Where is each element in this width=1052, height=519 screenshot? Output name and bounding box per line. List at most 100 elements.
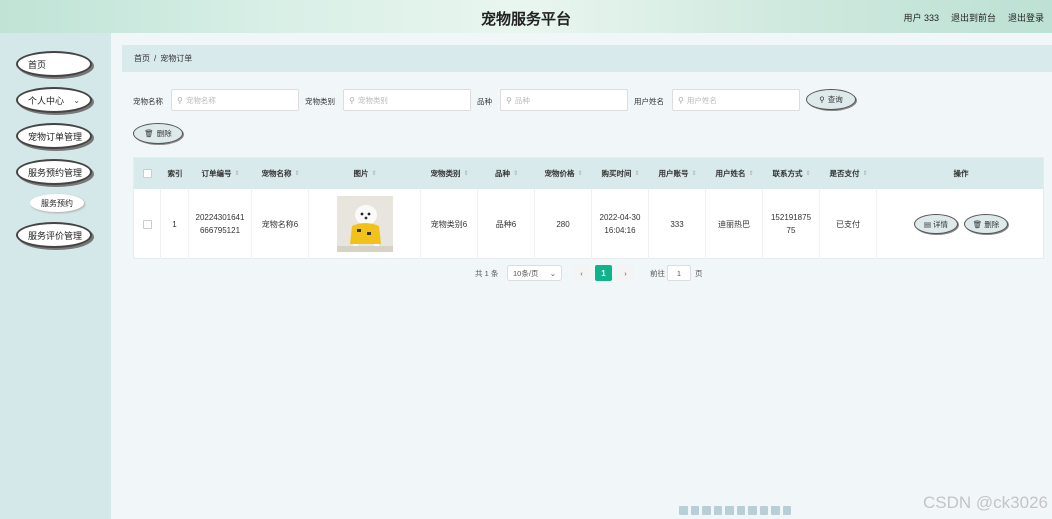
header-user-area: 用户 333 退出到前台 退出登录 [903, 11, 1044, 24]
user-label: 用户 333 [903, 13, 939, 23]
cell-paid: 已支付 [820, 189, 877, 259]
toolbar-icon[interactable] [759, 506, 768, 515]
goto-page-value: 1 [676, 268, 682, 278]
breadcrumb: 首页 / 宠物订单 [122, 45, 1052, 72]
select-all-checkbox[interactable] [143, 169, 152, 178]
platform-title: 宠物服务平台 [480, 11, 571, 28]
col-pet-type[interactable]: 宠物类别 ⇕ [421, 158, 478, 189]
cell-pet-name: 宠物名称6 [252, 189, 309, 259]
col-price[interactable]: 宠物价格 ⇕ [535, 158, 592, 189]
pager-total: 共 1 条 [475, 268, 499, 278]
batch-delete-label: 删除 [156, 129, 172, 138]
col-purchase-time[interactable]: 购买时间 ⇕ [592, 158, 649, 189]
breed-label: 品种 [477, 97, 492, 106]
chevron-down-icon: ⌄ [73, 96, 80, 105]
cell-pet-type: 宠物类别6 [421, 189, 478, 259]
page-unit-label: 页 [695, 268, 703, 278]
sidebar-item-label: 服务评价管理 [28, 230, 83, 241]
col-pet-name[interactable]: 宠物名称 ⇕ [252, 158, 309, 189]
page-number-current[interactable]: 1 [595, 265, 612, 281]
top-header: 宠物服务平台 用户 333 退出到前台 退出登录 [0, 0, 1052, 33]
breed-input[interactable]: ⚲ 品种 [500, 89, 628, 111]
sidebar-item-home[interactable]: 首页 [16, 51, 92, 77]
sidebar-item-label: 个人中心 [28, 95, 65, 106]
submenu-item-label: 服务预约 [41, 198, 73, 208]
toolbar-icon[interactable] [690, 506, 699, 515]
select-all-checkbox-cell [134, 158, 161, 189]
pet-type-label: 宠物类别 [305, 97, 335, 106]
col-actions: 操作 [953, 169, 969, 178]
breed-placeholder: 品种 [514, 95, 530, 105]
trash-icon: 🗑 [144, 129, 154, 138]
user-name-label: 用户姓名 [634, 97, 664, 106]
col-index: 索引 [167, 169, 183, 178]
col-order-no[interactable]: 订单编号 ⇕ [189, 158, 252, 189]
pet-name-input[interactable]: ⚲ 宠物名称 [171, 89, 299, 111]
sidebar-item-label: 首页 [28, 59, 47, 70]
detail-button[interactable]: ▤ 详情 [914, 214, 958, 234]
search-icon: ⚲ [177, 95, 183, 105]
user-name-placeholder: 用户姓名 [686, 95, 717, 105]
toolbar-icon[interactable] [702, 506, 711, 515]
search-icon: ⚲ [506, 95, 512, 105]
row-checkbox-cell [134, 189, 161, 259]
chevron-right-icon: › [624, 268, 627, 278]
toolbar-icon[interactable] [679, 506, 688, 515]
pet-name-placeholder: 宠物名称 [185, 95, 216, 105]
toolbar-icon[interactable] [771, 506, 780, 515]
breadcrumb-separator: / [154, 54, 157, 63]
col-breed[interactable]: 品种 ⇕ [478, 158, 535, 189]
back-to-front-link[interactable]: 退出到前台 [951, 11, 996, 24]
user-name-input[interactable]: ⚲ 用户姓名 [672, 89, 800, 111]
col-account[interactable]: 用户账号 ⇕ [649, 158, 706, 189]
search-icon: ⚲ [678, 95, 684, 105]
col-paid[interactable]: 是否支付 ⇕ [820, 158, 877, 189]
col-user-name[interactable]: 用户姓名 ⇕ [706, 158, 763, 189]
search-icon: ⚲ [349, 95, 355, 105]
sidebar-item-pet-orders[interactable]: 宠物订单管理 [16, 123, 92, 149]
chevron-left-icon: ‹ [580, 268, 583, 278]
logout-link[interactable]: 退出登录 [1008, 11, 1044, 24]
sidebar-item-service-reviews[interactable]: 服务评价管理 [16, 222, 92, 248]
cell-user-name: 迪丽热巴 [706, 189, 763, 259]
detail-button-label: 详情 [933, 219, 949, 229]
document-icon: ▤ [923, 219, 932, 229]
submenu-item-service-booking[interactable]: 服务预约 [30, 194, 84, 212]
chevron-down-icon: ⌄ [549, 268, 556, 278]
col-phone[interactable]: 联系方式 ⇕ [763, 158, 820, 189]
col-image[interactable]: 图片 ⇕ [309, 158, 421, 189]
toolbar-icon[interactable] [782, 506, 791, 515]
csdn-watermark: CSDN @ck3026 [923, 493, 1048, 512]
batch-delete-button[interactable]: 🗑 删除 [133, 123, 183, 144]
toolbar-icon[interactable] [748, 506, 757, 515]
prev-page-button[interactable]: ‹ [573, 265, 590, 281]
breadcrumb-home[interactable]: 首页 [134, 53, 150, 64]
cell-order-no: 20224301641 666795121 [189, 189, 252, 259]
cell-breed: 品种6 [478, 189, 535, 259]
sidebar-item-label: 宠物订单管理 [28, 131, 83, 142]
cell-price: 280 [535, 189, 592, 259]
pet-photo[interactable] [336, 196, 393, 252]
toolbar-icon[interactable] [725, 506, 734, 515]
floating-toolbar [679, 506, 791, 516]
cell-account: 333 [649, 189, 706, 259]
sidebar-item-label: 服务预约管理 [28, 167, 83, 178]
row-checkbox[interactable] [142, 219, 152, 229]
sidebar-item-personal-center[interactable]: 个人中心 ⌄ [16, 87, 92, 113]
row-delete-button[interactable]: 🗑 删除 [964, 214, 1008, 234]
cell-purchase-time: 2022-04-30 16:04:16 [592, 189, 649, 259]
pet-type-input[interactable]: ⚲ 宠物类别 [343, 89, 471, 111]
search-icon: ⚲ [819, 95, 825, 104]
toolbar-icon[interactable] [713, 506, 722, 515]
goto-label: 前往 [650, 268, 665, 278]
goto-page-input[interactable]: 1 [667, 265, 691, 281]
toolbar-icon[interactable] [736, 506, 745, 515]
query-button[interactable]: ⚲ 查询 [806, 89, 856, 110]
row-delete-label: 删除 [984, 219, 1000, 229]
orders-table: 索引 订单编号 ⇕ 宠物名称 ⇕ 图片 ⇕ 宠物类别 ⇕ 品种 ⇕ 宠物价格 ⇕ 购买时间 ⇕… [133, 157, 1044, 259]
next-page-button[interactable]: › [617, 265, 634, 281]
page-size-select[interactable]: 10条/页 ⌄ [507, 265, 562, 281]
pet-name-label: 宠物名称 [133, 97, 163, 106]
pet-type-placeholder: 宠物类别 [357, 95, 388, 105]
sidebar-item-service-booking[interactable]: 服务预约管理 [16, 159, 92, 185]
